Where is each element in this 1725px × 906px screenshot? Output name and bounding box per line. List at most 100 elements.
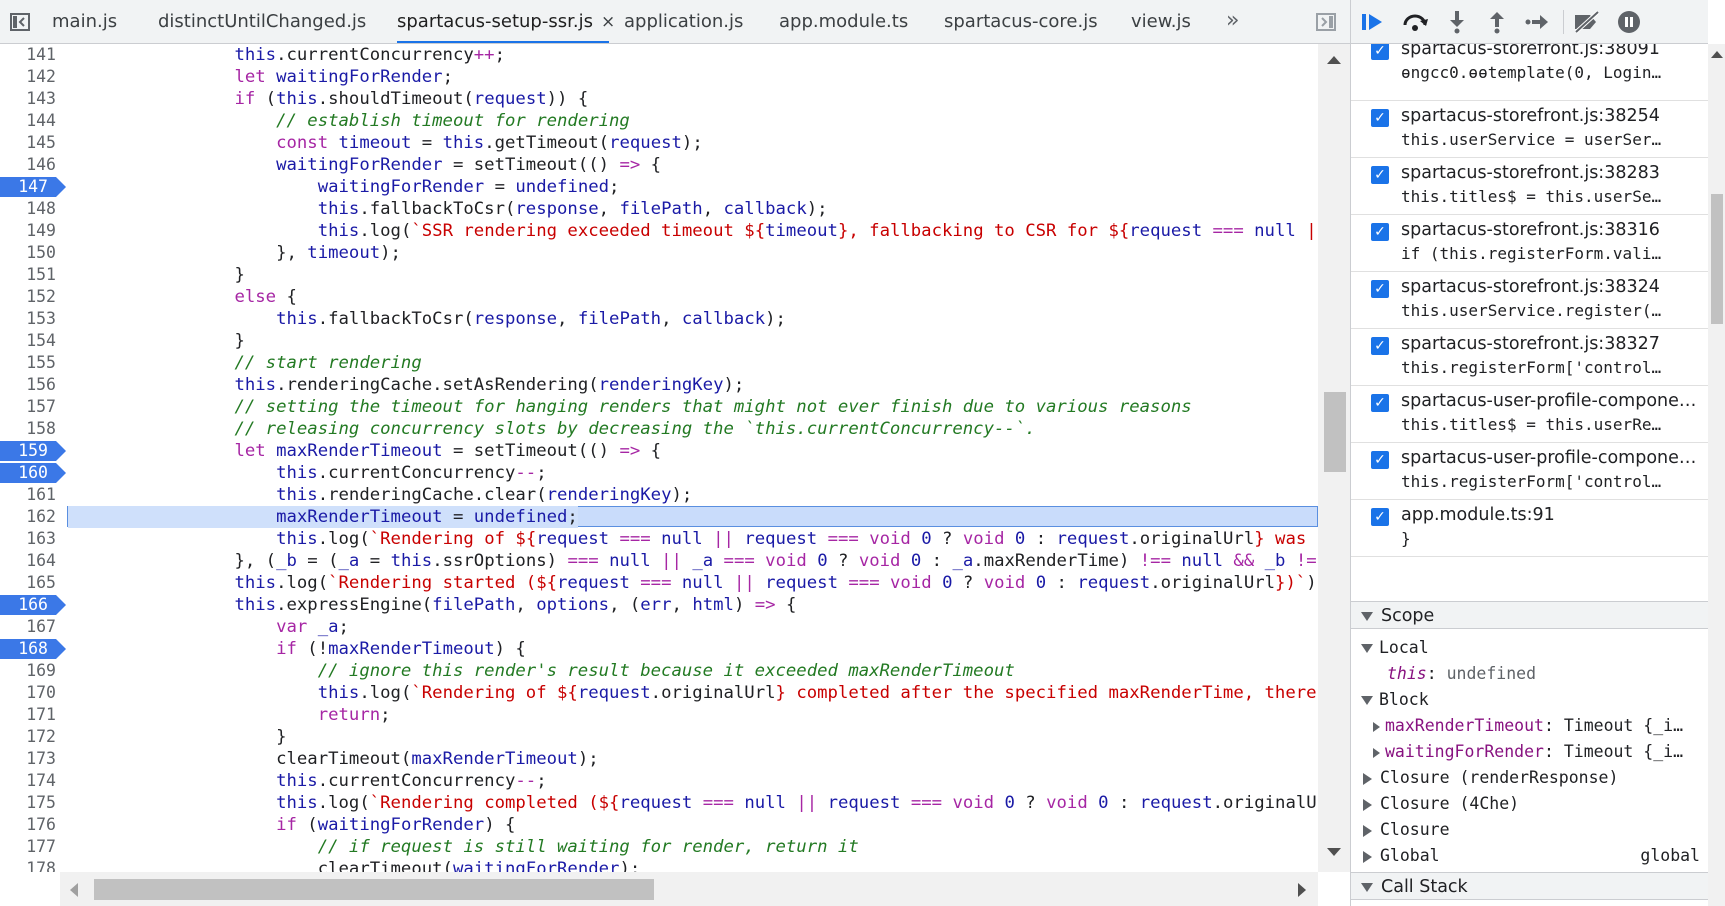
code-line[interactable]: 150 }, timeout);: [0, 242, 1318, 264]
code-line[interactable]: 157 // setting the timeout for hanging r…: [0, 396, 1318, 418]
breakpoint-checkbox[interactable]: ✓: [1371, 280, 1389, 298]
code-line[interactable]: 176 if (waitingForRender) {: [0, 814, 1318, 836]
more-tabs-button[interactable]: »: [1226, 0, 1239, 43]
line-number[interactable]: 151: [0, 264, 60, 286]
code-line[interactable]: 177 // if request is still waiting for r…: [0, 836, 1318, 858]
editor-horizontal-scroll-thumb[interactable]: [94, 879, 654, 900]
code-line[interactable]: 144 // establish timeout for rendering: [0, 110, 1318, 132]
breakpoint-checkbox[interactable]: ✓: [1371, 451, 1389, 469]
editor-vertical-scrollbar[interactable]: [1318, 44, 1350, 872]
line-number[interactable]: 157: [0, 396, 60, 418]
pause-on-exceptions-button[interactable]: [1613, 6, 1645, 38]
step-into-button[interactable]: [1441, 6, 1473, 38]
breakpoint-checkbox[interactable]: ✓: [1371, 223, 1389, 241]
step-out-button[interactable]: [1481, 6, 1513, 38]
code-line[interactable]: 175 this.log(`Rendering completed (${req…: [0, 792, 1318, 814]
scope-variable[interactable]: this: undefined: [1351, 662, 1708, 686]
code-line[interactable]: 169 // ignore this render's result becau…: [0, 660, 1318, 682]
breakpoint-marker[interactable]: 168: [0, 638, 66, 660]
line-number[interactable]: 175: [0, 792, 60, 814]
tab-application-js[interactable]: application.js: [624, 0, 743, 43]
code-line[interactable]: 147 waitingForRender = undefined;: [0, 176, 1318, 198]
scope-closure[interactable]: Closure (renderResponse): [1351, 766, 1708, 790]
scroll-up-icon[interactable]: [1711, 50, 1723, 58]
line-number[interactable]: 165: [0, 572, 60, 594]
scope-closure[interactable]: Closure (4Che): [1351, 792, 1708, 816]
breakpoint-item[interactable]: ✓ spartacus-storefront.js:38327 this.regis…: [1351, 329, 1708, 386]
code-line[interactable]: 160 this.currentConcurrency--;: [0, 462, 1318, 484]
code-line[interactable]: 141 this.currentConcurrency++;: [0, 44, 1318, 66]
code-line[interactable]: 168 if (!maxRenderTimeout) {: [0, 638, 1318, 660]
breakpoint-item[interactable]: ✓ spartacus-storefront.js:38316 if (this.r…: [1351, 215, 1708, 272]
scope-block[interactable]: Block: [1351, 688, 1708, 712]
scroll-down-icon[interactable]: [1327, 848, 1341, 858]
code-line[interactable]: 146 waitingForRender = setTimeout(() => …: [0, 154, 1318, 176]
tab-spartacus-core-js[interactable]: spartacus-core.js: [944, 0, 1098, 43]
code-line[interactable]: 178 clearTimeout(waitingForRender);: [0, 858, 1318, 872]
code-line[interactable]: 153 this.fallbackToCsr(response, filePat…: [0, 308, 1318, 330]
line-number[interactable]: 176: [0, 814, 60, 836]
line-number[interactable]: 156: [0, 374, 60, 396]
breakpoint-item[interactable]: ✓ spartacus-storefront.js:38254 this.userS…: [1351, 101, 1708, 158]
line-number[interactable]: 149: [0, 220, 60, 242]
code-line[interactable]: 174 this.currentConcurrency--;: [0, 770, 1318, 792]
line-number[interactable]: 172: [0, 726, 60, 748]
code-line[interactable]: 142 let waitingForRender;: [0, 66, 1318, 88]
code-line[interactable]: 152 else {: [0, 286, 1318, 308]
code-line[interactable]: 143 if (this.shouldTimeout(request)) {: [0, 88, 1318, 110]
code-line[interactable]: 161 this.renderingCache.clear(renderingK…: [0, 484, 1318, 506]
breakpoint-item[interactable]: ✓ spartacus-user-profile-compone… this.reg…: [1351, 443, 1708, 500]
resume-button[interactable]: [1357, 6, 1389, 38]
code-line[interactable]: 171 return;: [0, 704, 1318, 726]
call-stack-header[interactable]: Call Stack: [1351, 872, 1708, 900]
deactivate-breakpoints-button[interactable]: [1571, 6, 1603, 38]
line-number[interactable]: 171: [0, 704, 60, 726]
code-line[interactable]: 159 let maxRenderTimeout = setTimeout(()…: [0, 440, 1318, 462]
breakpoint-checkbox[interactable]: ✓: [1371, 109, 1389, 127]
line-number[interactable]: 162: [0, 506, 60, 528]
debugger-scroll-thumb[interactable]: [1711, 194, 1723, 324]
scope-local[interactable]: Local: [1351, 636, 1708, 660]
scroll-left-icon[interactable]: [68, 883, 78, 897]
scope-variable[interactable]: waitingForRender: Timeout {_i…: [1351, 740, 1708, 764]
line-number[interactable]: 167: [0, 616, 60, 638]
breakpoint-item[interactable]: ✓ spartacus-user-profile-compone… this.tit…: [1351, 386, 1708, 443]
line-number[interactable]: 178: [0, 858, 60, 872]
line-number[interactable]: 163: [0, 528, 60, 550]
scroll-up-icon[interactable]: [1327, 54, 1341, 64]
line-number[interactable]: 170: [0, 682, 60, 704]
breakpoint-checkbox[interactable]: ✓: [1371, 44, 1389, 60]
line-number[interactable]: 164: [0, 550, 60, 572]
line-number[interactable]: 152: [0, 286, 60, 308]
tab-spartacus-setup-ssr-js[interactable]: spartacus-setup-ssr.js ×: [397, 0, 615, 43]
line-number[interactable]: 161: [0, 484, 60, 506]
line-number[interactable]: 177: [0, 836, 60, 858]
breakpoint-marker[interactable]: 159: [0, 440, 66, 462]
breakpoint-marker[interactable]: 147: [0, 176, 66, 198]
line-number[interactable]: 158: [0, 418, 60, 440]
code-line[interactable]: 164 }, (_b = (_a = this.ssrOptions) === …: [0, 550, 1318, 572]
breakpoint-checkbox[interactable]: ✓: [1371, 394, 1389, 412]
line-number[interactable]: 169: [0, 660, 60, 682]
line-number[interactable]: 148: [0, 198, 60, 220]
breakpoint-item[interactable]: ✓ spartacus-storefront.js:38283 this.title…: [1351, 158, 1708, 215]
breakpoint-marker[interactable]: 160: [0, 462, 66, 484]
code-line[interactable]: 156 this.renderingCache.setAsRendering(r…: [0, 374, 1318, 396]
line-number[interactable]: 142: [0, 66, 60, 88]
line-number[interactable]: 143: [0, 88, 60, 110]
breakpoint-item[interactable]: ✓ spartacus-storefront.js:38091 ɵngcc0.ɵɵt…: [1351, 44, 1708, 101]
line-number[interactable]: 150: [0, 242, 60, 264]
code-line[interactable]: 151 }: [0, 264, 1318, 286]
breakpoint-checkbox[interactable]: ✓: [1371, 166, 1389, 184]
tab-app-module-ts[interactable]: app.module.ts: [779, 0, 908, 43]
tab-view-js[interactable]: view.js: [1131, 0, 1191, 43]
step-over-button[interactable]: [1399, 6, 1431, 38]
code-line[interactable]: 145 const timeout = this.getTimeout(requ…: [0, 132, 1318, 154]
breakpoint-checkbox[interactable]: ✓: [1371, 508, 1389, 526]
code-line[interactable]: 166 this.expressEngine(filePath, options…: [0, 594, 1318, 616]
code-view[interactable]: 141 this.currentConcurrency++; 142 let wa…: [0, 44, 1318, 872]
line-number[interactable]: 153: [0, 308, 60, 330]
breakpoint-item[interactable]: ✓ spartacus-storefront.js:38324 this.userS…: [1351, 272, 1708, 329]
code-line[interactable]: 167 var _a;: [0, 616, 1318, 638]
code-line[interactable]: 165 this.log(`Rendering started (${reque…: [0, 572, 1318, 594]
